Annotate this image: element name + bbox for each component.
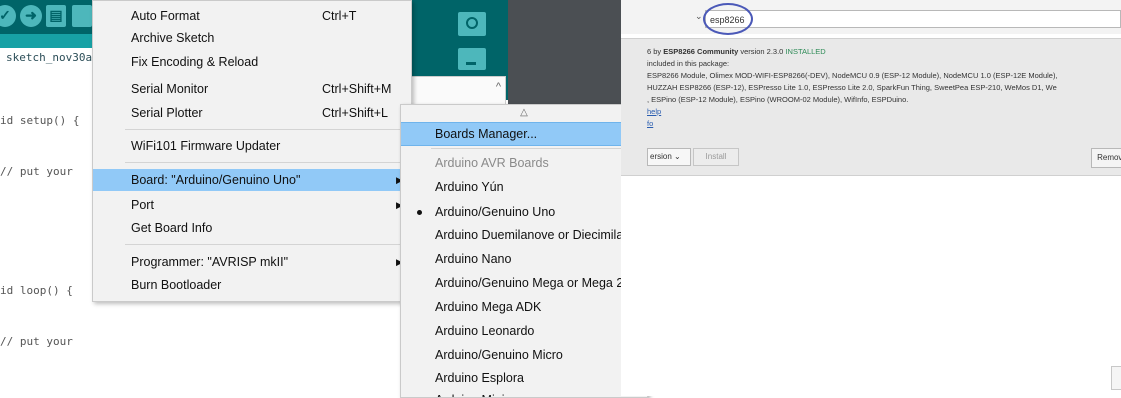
submenu-item-board-selected[interactable]: Arduino/Genuino Uno (401, 201, 647, 223)
submenu-item-board[interactable]: Arduino Yún (401, 176, 647, 198)
tools-menu: Auto Format Ctrl+T Archive Sketch Fix En… (92, 0, 412, 302)
verify-icon: ✓ (0, 7, 11, 23)
remove-button[interactable]: Remove (1091, 148, 1121, 168)
menu-item-serial-plotter[interactable]: Serial Plotter Ctrl+Shift+L (93, 102, 411, 124)
package-boards-line: HUZZAH ESP8266 (ESP-12), ESPresso Lite 1… (647, 83, 1057, 92)
version-select[interactable]: ersion ⌄ (647, 148, 691, 166)
search-input[interactable]: esp8266 (705, 10, 1121, 28)
submenu-item-board[interactable]: Arduino/Genuino Micro (401, 344, 647, 366)
package-boards-line: ESP8266 Module, Olimex MOD-WIFI-ESP8266(… (647, 71, 1058, 80)
highlight-circle (703, 3, 753, 35)
code-line: id loop() { (0, 284, 73, 297)
submenu-item-board[interactable]: Arduino Mega ADK (401, 296, 647, 318)
package-info-row: fo (647, 119, 1121, 128)
menu-item-label: Serial Monitor (131, 82, 209, 96)
menu-item-auto-format[interactable]: Auto Format Ctrl+T (93, 5, 411, 27)
menu-item-port[interactable]: Port ▶ (93, 194, 411, 216)
menu-item-shortcut: Ctrl+Shift+L (322, 106, 389, 120)
submenu-item-label: Arduino/Genuino Uno (435, 205, 556, 219)
package-version: version 2.3.0 (740, 47, 784, 56)
radio-dot-icon (417, 210, 422, 215)
menu-item-label: WiFi101 Firmware Updater (131, 139, 281, 153)
submenu-item-board[interactable]: Arduino Nano (401, 248, 647, 270)
submenu-item-label: Arduino/Genuino Mega or Mega 2560 (435, 276, 645, 290)
more-info-link[interactable]: fo (647, 119, 653, 128)
caret-up-icon[interactable]: ^ (496, 81, 501, 93)
menu-item-label: Burn Bootloader (131, 278, 222, 292)
code-line: // put your (0, 335, 73, 348)
menu-item-wifi101-updater[interactable]: WiFi101 Firmware Updater (93, 135, 411, 157)
package-prefix: 6 by (647, 47, 664, 56)
menu-item-shortcut: Ctrl+Shift+M (322, 82, 392, 96)
menu-separator (125, 129, 407, 130)
upload-icon: ➜ (25, 7, 37, 23)
submenu-item-label: Arduino Esplora (435, 371, 524, 385)
sketch-tab[interactable]: sketch_nov30a (0, 48, 106, 68)
submenu-item-label: Boards Manager... (435, 127, 538, 141)
submenu-item-board[interactable]: Arduino Leonardo (401, 320, 647, 342)
package-status: INSTALLED (785, 47, 826, 56)
serial-monitor-button[interactable] (458, 12, 486, 36)
package-included: included in this package: (647, 59, 730, 68)
submenu-item-label: Arduino Yún (435, 180, 504, 194)
submenu-item-board[interactable]: Arduino/Genuino Mega or Mega 2560 (401, 272, 647, 294)
install-button[interactable]: Install (693, 148, 739, 166)
menu-item-label: Programmer: "AVRISP mkII" (131, 255, 289, 269)
code-line: id setup() { (0, 114, 80, 127)
menu-item-label: Fix Encoding & Reload (131, 55, 259, 69)
upload-button[interactable]: ➜ (20, 5, 42, 27)
menu-item-archive-sketch[interactable]: Archive Sketch (93, 27, 411, 49)
menu-item-board[interactable]: Board: "Arduino/Genuino Uno" ▶ (93, 169, 411, 191)
boards-submenu: △ Boards Manager... Arduino AVR Boards A… (400, 104, 648, 398)
online-help-link[interactable]: help (647, 107, 661, 116)
submenu-item-label: Arduino Mini (435, 389, 504, 397)
version-select-label: ersion (650, 152, 672, 161)
menu-item-label: Board: "Arduino/Genuino Uno" (131, 173, 301, 187)
scroll-up-icon[interactable]: △ (401, 105, 647, 121)
menu-item-label: Archive Sketch (131, 31, 215, 45)
submenu-item-board[interactable]: Arduino Duemilanove or Diecimila (401, 224, 647, 246)
boards-manager-window: ⌄ esp8266 6 by ESP8266 Community version… (621, 0, 1121, 396)
submenu-item-label: Arduino Leonardo (435, 324, 535, 338)
submenu-item-label: Arduino Mega ADK (435, 300, 542, 314)
submenu-item-label: Arduino/Genuino Micro (435, 348, 563, 362)
menu-item-serial-monitor[interactable]: Serial Monitor Ctrl+Shift+M (93, 78, 411, 100)
submenu-item-board[interactable]: Arduino Esplora (401, 367, 647, 389)
menu-separator (431, 148, 643, 149)
submenu-item-label: Arduino Duemilanove or Diecimila (435, 228, 624, 242)
submenu-item-label: Arduino AVR Boards (435, 156, 549, 170)
package-title: 6 by ESP8266 Community version 2.3.0 INS… (647, 47, 1121, 56)
submenu-item-board[interactable]: Arduino Mini (401, 389, 647, 397)
menu-item-label: Get Board Info (131, 221, 213, 235)
menu-item-fix-encoding[interactable]: Fix Encoding & Reload (93, 51, 411, 73)
menu-item-label: Auto Format (131, 9, 200, 23)
package-name: ESP8266 Community (663, 47, 739, 56)
boards-manager-filter-bar: ⌄ esp8266 (621, 0, 1121, 35)
code-line: // put your (0, 165, 73, 178)
new-file-icon: ▤ (49, 7, 63, 23)
tab-menu-button[interactable] (458, 48, 486, 70)
chevron-down-icon: ⌄ (674, 152, 681, 161)
menu-item-get-board-info[interactable]: Get Board Info (93, 217, 411, 239)
menu-item-shortcut: Ctrl+T (322, 9, 357, 23)
menu-item-label: Serial Plotter (131, 106, 203, 120)
submenu-item-boards-manager[interactable]: Boards Manager... (401, 122, 647, 146)
package-help-row: help (647, 107, 1121, 116)
menu-separator (125, 244, 407, 245)
type-filter-select[interactable]: ⌄ (651, 11, 703, 27)
menu-separator (125, 162, 407, 163)
menu-item-programmer[interactable]: Programmer: "AVRISP mkII" ▶ (93, 251, 411, 273)
chevron-down-icon: ⌄ (695, 11, 703, 21)
menu-item-label: Port (131, 198, 154, 212)
new-sketch-button[interactable]: ▤ (46, 5, 66, 27)
close-button[interactable] (1111, 366, 1121, 390)
verify-button[interactable]: ✓ (0, 5, 16, 27)
menu-item-burn-bootloader[interactable]: Burn Bootloader (93, 274, 411, 296)
submenu-item-label: Arduino Nano (435, 252, 512, 266)
submenu-group-header: Arduino AVR Boards (401, 152, 647, 174)
code-editor[interactable]: id setup() { // put your id loop() { // … (0, 78, 100, 384)
open-sketch-button[interactable] (72, 5, 92, 27)
package-boards-line: , ESPino (ESP-12 Module), ESPino (WROOM-… (647, 95, 909, 104)
